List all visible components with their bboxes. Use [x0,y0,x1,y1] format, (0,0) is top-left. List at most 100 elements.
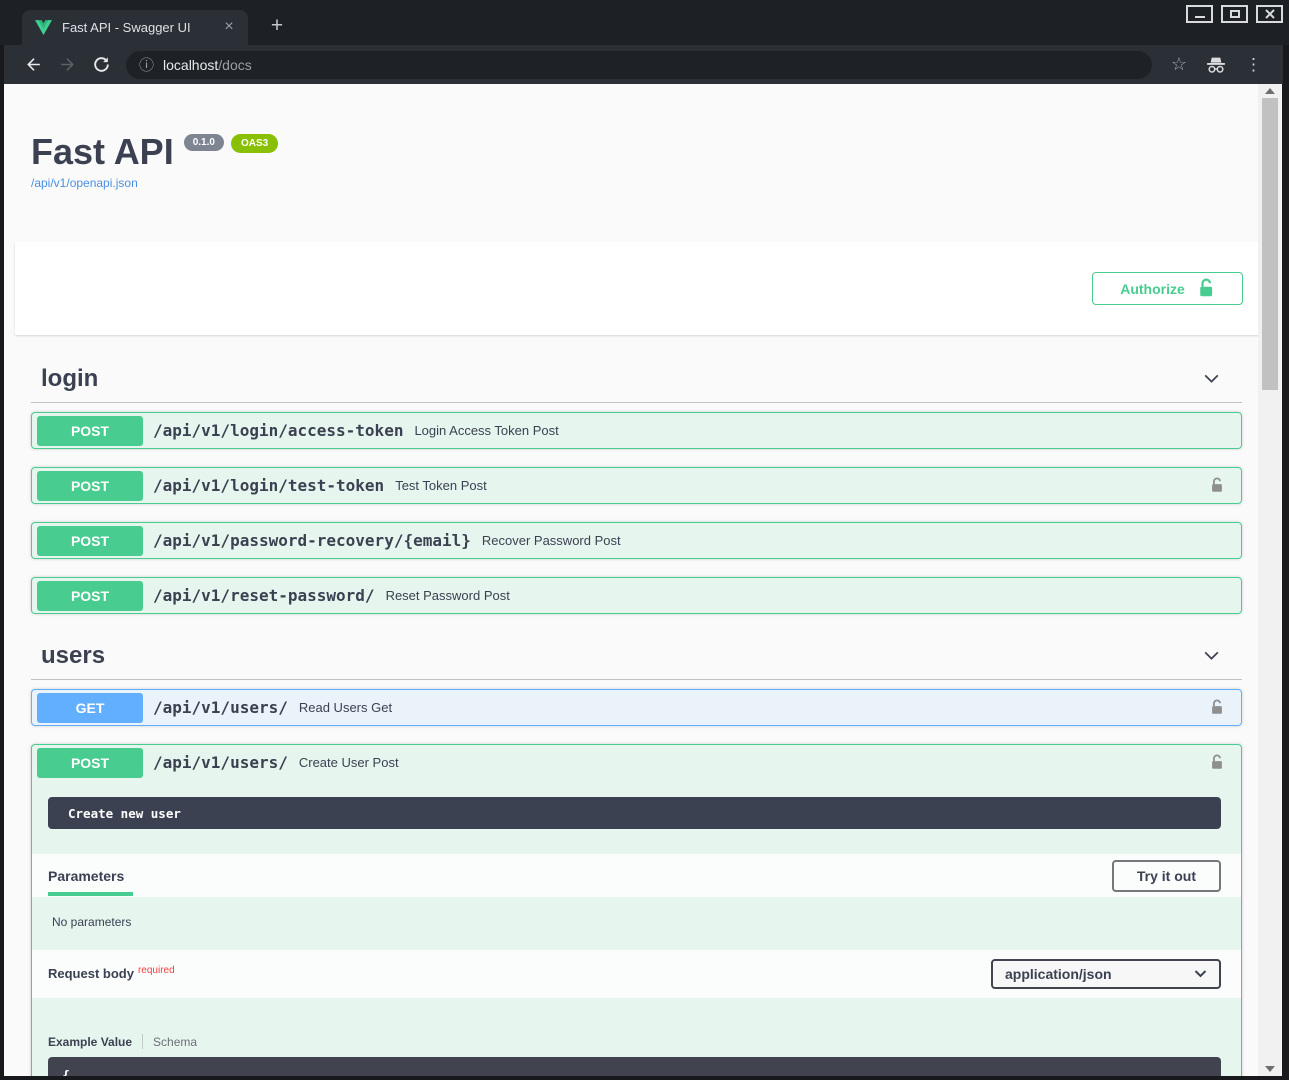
operation-row[interactable]: GET /api/v1/users/ Read Users Get [31,689,1242,726]
tab-parameters[interactable]: Parameters [48,856,124,896]
no-parameters-text: No parameters [32,897,1241,950]
maximize-icon [1230,10,1240,18]
auth-lock-button[interactable] [1210,754,1224,771]
chevron-down-icon [1201,645,1222,666]
minimize-icon [1195,16,1205,18]
oas3-badge: OAS3 [231,134,278,153]
close-icon [1265,9,1275,19]
close-button[interactable] [1256,5,1283,23]
operation-body: Create new user Parameters Try it out No… [32,797,1241,1076]
lock-icon [1210,477,1224,494]
vue-favicon-icon [35,20,52,35]
section-login: login POST /api/v1/login/access-token Lo… [31,355,1242,614]
lock-icon [1210,699,1224,716]
method-badge: POST [37,416,143,446]
authorize-button[interactable]: Authorize [1092,272,1243,305]
section-users-header[interactable]: users [31,632,1242,680]
lock-icon [1210,754,1224,771]
tab-close-icon[interactable]: × [220,19,238,37]
operation-row[interactable]: POST /api/v1/password-recovery/{email} R… [31,522,1242,559]
method-badge: POST [37,471,143,501]
operation-summary-row[interactable]: POST /api/v1/users/ Create User Post [32,745,1241,780]
reload-icon [92,55,111,74]
media-type-select[interactable]: application/json [991,959,1221,989]
section-title: users [41,642,105,670]
minimize-button[interactable] [1186,5,1213,23]
scrollbar-up-button[interactable] [1258,84,1282,98]
scheme-container: Authorize [15,242,1258,335]
operation-path: /api/v1/login/test-token [153,476,384,495]
operation-row[interactable]: POST /api/v1/reset-password/ Reset Passw… [31,577,1242,614]
incognito-icon [1205,55,1227,74]
page-viewport: Fast API 0.1.0 OAS3 /api/v1/openapi.json A… [4,84,1282,1076]
collapse-section-button[interactable] [1201,368,1222,389]
section-users: users GET /api/v1/users/ Read Users Get [31,632,1242,1076]
address-bar[interactable]: ⓘ localhost/docs [126,51,1152,79]
chevron-down-icon [1194,970,1207,978]
method-badge: POST [37,526,143,556]
method-badge: GET [37,693,143,723]
try-it-out-button[interactable]: Try it out [1112,860,1221,892]
method-badge: POST [37,748,143,778]
tab-title: Fast API - Swagger UI [62,20,220,35]
browser-window: Fast API - Swagger UI × + ⓘ localhost/do… [0,0,1289,1080]
site-info-icon[interactable]: ⓘ [139,54,154,75]
new-tab-button[interactable]: + [264,14,290,40]
operation-summary: Reset Password Post [386,588,510,603]
request-body-label: Request body [48,966,134,981]
scrollbar[interactable] [1258,84,1282,1076]
parameters-header: Parameters Try it out [32,854,1241,897]
browser-tab[interactable]: Fast API - Swagger UI × [22,10,248,45]
scrollbar-down-button[interactable] [1258,1062,1282,1076]
tab-divider [142,1034,143,1049]
page-title: Fast API [31,131,174,172]
maximize-button[interactable] [1221,5,1248,23]
operation-row-expanded: POST /api/v1/users/ Create User Post Cre… [31,744,1242,1076]
openapi-spec-link[interactable]: /api/v1/openapi.json [31,176,138,190]
required-badge: required [138,965,175,976]
operation-summary: Login Access Token Post [414,423,558,438]
operation-summary: Test Token Post [395,478,487,493]
url-path: /docs [218,57,251,73]
unlock-icon [1197,278,1215,299]
operation-path: /api/v1/users/ [153,698,288,717]
reload-button[interactable] [91,55,111,75]
operation-path: /api/v1/login/access-token [153,421,403,440]
scroll-up-icon [1265,88,1275,94]
tab-example-value[interactable]: Example Value [48,1035,132,1049]
auth-lock-button[interactable] [1210,699,1224,716]
scrollbar-thumb[interactable] [1262,98,1278,390]
authorize-label: Authorize [1120,281,1185,297]
forward-button[interactable] [57,55,77,75]
back-icon [24,55,43,74]
section-login-header[interactable]: login [31,355,1242,403]
request-body-header: Request body required application/json [32,950,1241,998]
api-info: Fast API 0.1.0 OAS3 /api/v1/openapi.json [31,84,1242,192]
auth-lock-button[interactable] [1210,477,1224,494]
chevron-down-icon [1201,368,1222,389]
operation-path: /api/v1/password-recovery/{email} [153,531,471,550]
browser-toolbar: ⓘ localhost/docs ☆ ⋮ [4,45,1283,84]
operation-summary: Recover Password Post [482,533,621,548]
bookmark-star-icon[interactable]: ☆ [1171,54,1187,75]
operation-path: /api/v1/users/ [153,753,288,772]
tab-schema[interactable]: Schema [153,1035,197,1049]
url-host: localhost [163,57,218,73]
window-controls [1186,5,1283,23]
operation-path: /api/v1/reset-password/ [153,586,375,605]
operation-row[interactable]: POST /api/v1/login/test-token Test Token… [31,467,1242,504]
operation-description: Create new user [48,797,1221,829]
collapse-section-button[interactable] [1201,645,1222,666]
version-badge: 0.1.0 [184,134,224,151]
swagger-page: Fast API 0.1.0 OAS3 /api/v1/openapi.json A… [4,84,1258,1076]
operation-row[interactable]: POST /api/v1/login/access-token Login Ac… [31,412,1242,449]
browser-titlebar: Fast API - Swagger UI × + [0,0,1289,45]
back-button[interactable] [23,55,43,75]
example-code-block[interactable]: { [48,1057,1221,1076]
scroll-down-icon [1265,1066,1275,1072]
operation-summary: Create User Post [299,755,399,770]
browser-menu-icon[interactable]: ⋮ [1245,55,1262,75]
media-type-value: application/json [1005,966,1112,982]
method-badge: POST [37,581,143,611]
operation-summary: Read Users Get [299,700,392,715]
